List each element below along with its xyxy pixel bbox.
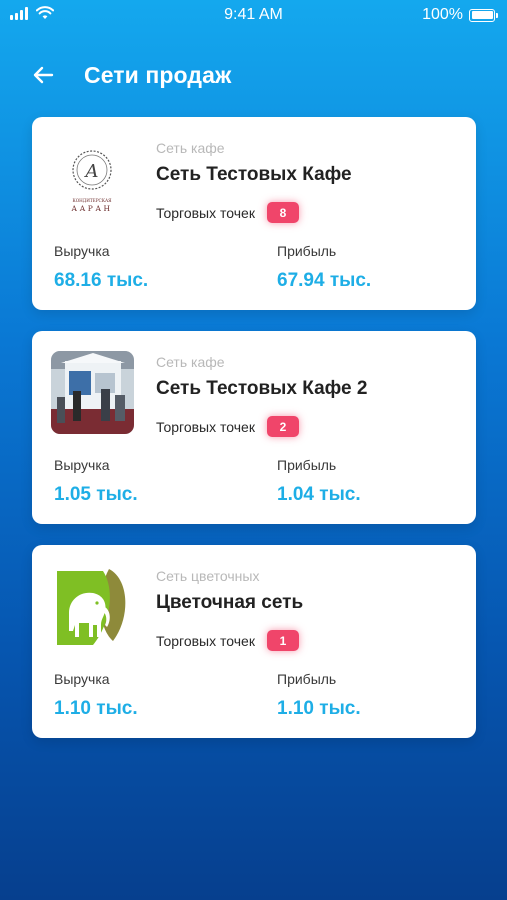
page-title: Сети продаж [84, 62, 232, 88]
elephant-leaf-logo-icon [57, 569, 126, 645]
back-button[interactable] [28, 60, 58, 90]
profit-label: Прибыль [277, 243, 337, 259]
points-label: Торговых точек [156, 204, 255, 221]
network-card[interactable]: A КОНДИТЕРСКАЯ ААРАН Сеть кафе Сеть Тест… [32, 117, 476, 310]
card-name: Цветочная сеть [156, 592, 304, 613]
logo-caption: КОНДИТЕРСКАЯ [72, 198, 112, 203]
points-row: Торговых точек 8 [156, 202, 299, 223]
profit-value: 1.04 тыс. [277, 484, 361, 505]
battery-percent: 100% [422, 6, 463, 23]
battery-icon [469, 8, 498, 22]
network-card[interactable]: Сеть кафе Сеть Тестовых Кафе 2 Торговых … [32, 331, 476, 524]
revenue-value: 68.16 тыс. [54, 270, 149, 291]
revenue-value: 1.10 тыс. [54, 698, 138, 719]
points-count-badge: 8 [266, 202, 299, 223]
exhibition-photo-icon [51, 351, 134, 434]
profit-value: 1.10 тыс. [277, 698, 361, 719]
card-name: Сеть Тестовых Кафе 2 [156, 378, 368, 399]
revenue-value: 1.05 тыс. [54, 484, 138, 505]
profit-label: Прибыль [277, 457, 337, 473]
card-category: Сеть кафе [156, 140, 225, 156]
logo-brand: ААРАН [71, 204, 112, 213]
card-category: Сеть цветочных [156, 568, 260, 584]
card-category: Сеть кафе [156, 354, 225, 370]
points-count-badge: 1 [266, 630, 299, 651]
network-card[interactable]: Сеть цветочных Цветочная сеть Торговых т… [32, 545, 476, 738]
profit-label: Прибыль [277, 671, 337, 687]
revenue-label: Выручка [54, 243, 110, 259]
logo-letter: A [84, 161, 99, 182]
points-count-badge: 2 [266, 416, 299, 437]
network-logo [51, 351, 134, 434]
profit-value: 67.94 тыс. [277, 270, 372, 291]
network-logo [51, 565, 134, 648]
revenue-label: Выручка [54, 457, 110, 473]
points-row: Торговых точек 2 [156, 416, 299, 437]
network-logo: A КОНДИТЕРСКАЯ ААРАН [51, 137, 134, 220]
revenue-label: Выручка [54, 671, 110, 687]
points-label: Торговых точек [156, 632, 255, 649]
arrow-left-icon [33, 66, 54, 84]
status-bar: 9:41 AM 100% [0, 0, 507, 30]
points-label: Торговых точек [156, 418, 255, 435]
header: Сети продаж [0, 56, 507, 96]
aaran-logo-icon: A КОНДИТЕРСКАЯ ААРАН [71, 150, 112, 213]
card-name: Сеть Тестовых Кафе [156, 164, 352, 185]
status-right: 100% [422, 6, 498, 24]
points-row: Торговых точек 1 [156, 630, 299, 651]
